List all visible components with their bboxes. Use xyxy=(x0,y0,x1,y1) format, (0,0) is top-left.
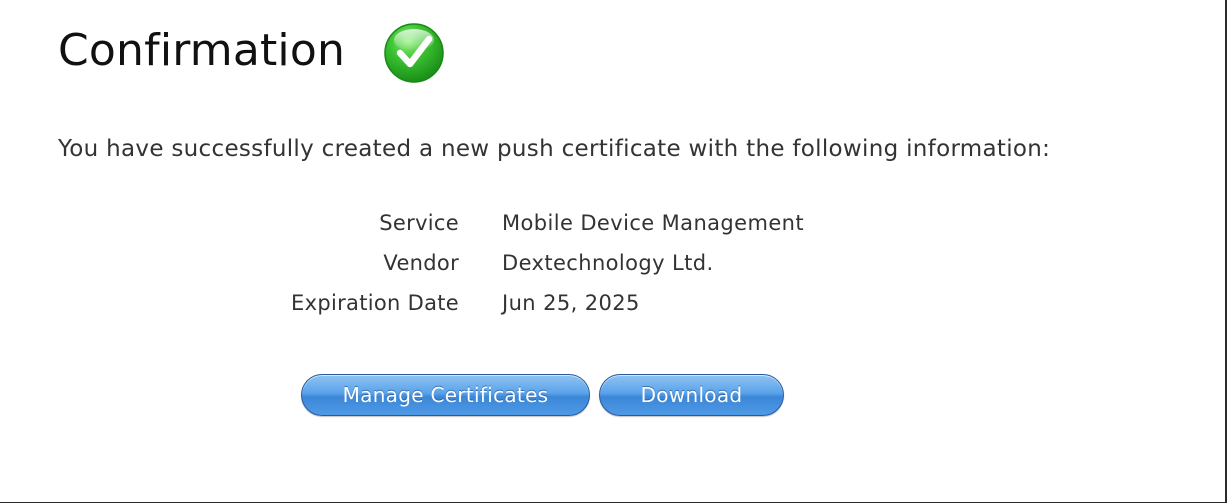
page-title: Confirmation xyxy=(58,25,346,76)
confirmation-message: You have successfully created a new push… xyxy=(58,136,1051,162)
vendor-label: Vendor xyxy=(383,251,459,275)
download-button[interactable]: Download xyxy=(599,374,784,416)
manage-certificates-button[interactable]: Manage Certificates xyxy=(301,374,590,416)
detail-row-service: Service Mobile Device Management xyxy=(0,205,900,245)
vendor-value: Dextechnology Ltd. xyxy=(502,251,714,275)
detail-row-vendor: Vendor Dextechnology Ltd. xyxy=(0,245,900,285)
service-label: Service xyxy=(379,211,459,235)
action-buttons: Manage Certificates Download xyxy=(301,374,784,416)
service-value: Mobile Device Management xyxy=(502,211,804,235)
title-row: Confirmation xyxy=(58,18,445,84)
expiration-date-value: Jun 25, 2025 xyxy=(502,291,640,315)
detail-row-expiration: Expiration Date Jun 25, 2025 xyxy=(0,285,900,325)
page-frame: Confirmation You have successfully creat… xyxy=(0,0,1227,503)
expiration-date-label: Expiration Date xyxy=(291,291,459,315)
check-circle-icon xyxy=(383,22,445,84)
certificate-details: Service Mobile Device Management Vendor … xyxy=(0,205,900,325)
